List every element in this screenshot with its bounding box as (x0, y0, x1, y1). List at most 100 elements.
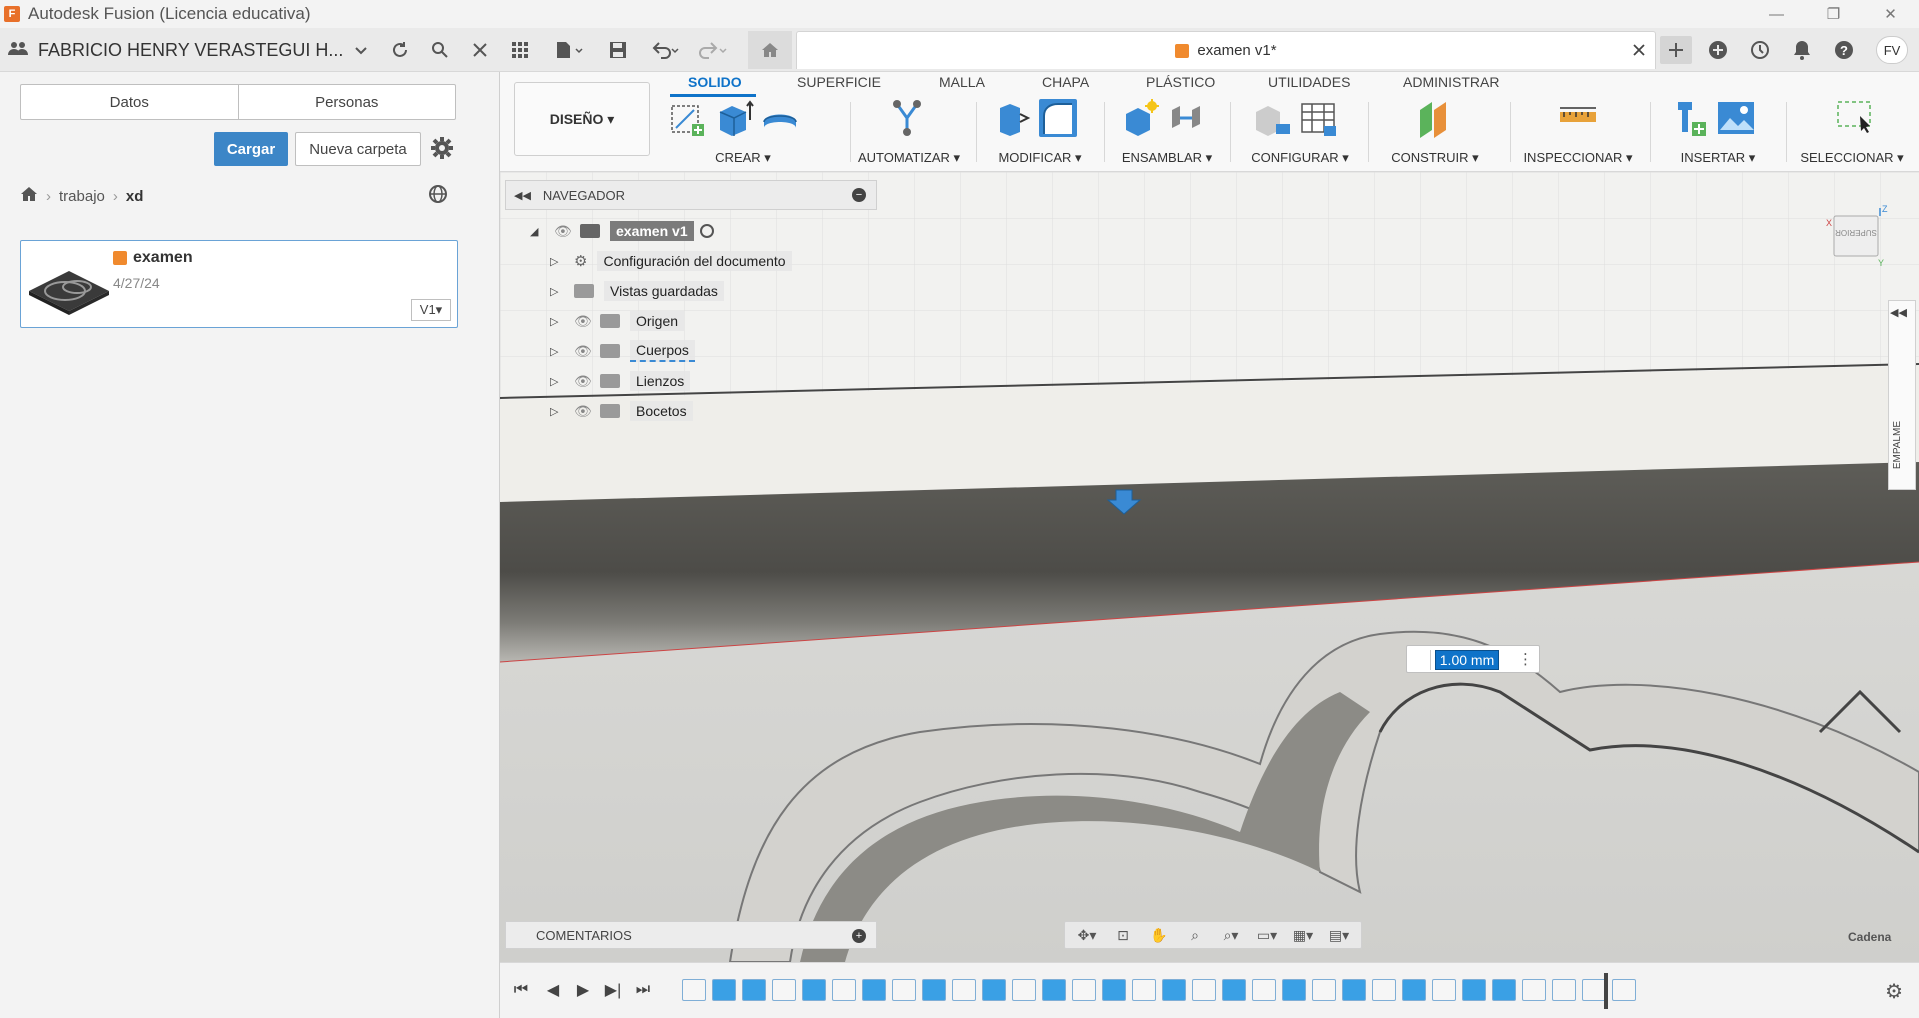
refresh-icon[interactable] (386, 36, 414, 64)
collapse-left-icon[interactable]: ◀◀ (514, 189, 531, 202)
timeline-sketch-item[interactable] (1432, 979, 1456, 1001)
timeline-settings-gear-icon[interactable]: ⚙ (1885, 979, 1903, 1004)
insert-mcmaster-icon[interactable] (1670, 98, 1710, 138)
activate-radio-icon[interactable] (699, 224, 714, 238)
display-settings-icon[interactable]: ▭▾ (1251, 923, 1283, 947)
version-dropdown[interactable]: V1▾ (411, 299, 451, 321)
press-pull-icon[interactable] (992, 98, 1032, 138)
tab-chapa[interactable]: CHAPA (1042, 74, 1089, 90)
timeline-extrude-item[interactable] (1222, 979, 1246, 1001)
fillet-icon[interactable] (1038, 98, 1078, 138)
timeline-sketch-item[interactable] (892, 979, 916, 1001)
group-automatizar-label[interactable]: AUTOMATIZAR ▾ (852, 150, 966, 166)
timeline-sketch-item[interactable] (1372, 979, 1396, 1001)
minimize-button[interactable]: — (1748, 0, 1805, 28)
go-to-start-icon[interactable]: ⏮ (510, 979, 532, 1001)
timeline-extrude-item[interactable] (802, 979, 826, 1001)
zoom-window-icon[interactable]: ⌕▾ (1215, 923, 1247, 947)
timeline-sketch-item[interactable] (772, 979, 796, 1001)
document-tab[interactable]: examen v1* (796, 31, 1656, 69)
timeline-marker[interactable] (1604, 973, 1608, 1009)
globe-icon[interactable] (428, 184, 448, 209)
look-at-icon[interactable]: ⊡ (1107, 923, 1139, 947)
browser-item-lienzos[interactable]: ▷ 👁 Lienzos (550, 368, 691, 394)
timeline-sketch-item[interactable] (1072, 979, 1096, 1001)
zoom-icon[interactable]: ⌕ (1179, 923, 1211, 947)
minimize-panel-icon[interactable]: − (852, 188, 866, 202)
tab-personas[interactable]: Personas (237, 85, 456, 119)
go-to-end-icon[interactable]: ⏭ (632, 979, 654, 1001)
timeline-sketch-item[interactable] (832, 979, 856, 1001)
tab-superficie[interactable]: SUPERFICIE (797, 74, 881, 90)
revolve-icon[interactable] (760, 98, 800, 138)
group-inspeccionar-label[interactable]: INSPECCIONAR ▾ (1514, 150, 1642, 166)
expand-arrow-icon[interactable]: ◢ (530, 225, 544, 238)
close-window-button[interactable]: ✕ (1862, 0, 1919, 28)
expand-arrow-icon[interactable]: ▷ (550, 315, 564, 328)
group-crear-label[interactable]: CREAR ▾ (668, 150, 818, 166)
viewports-icon[interactable]: ▤▾ (1323, 923, 1355, 947)
visibility-eye-icon[interactable]: 👁 (574, 343, 594, 360)
expand-arrow-icon[interactable]: ▷ (550, 285, 564, 298)
fillet-radius-input[interactable]: 1.00 mm ⋮ (1406, 645, 1540, 673)
timeline-sketch-item[interactable] (1192, 979, 1216, 1001)
timeline-fillet-item[interactable] (1552, 979, 1576, 1001)
user-avatar[interactable]: FV (1876, 36, 1908, 64)
timeline-canvas-item[interactable] (742, 979, 766, 1001)
job-status-icon[interactable] (1746, 36, 1774, 64)
browser-item-origen[interactable]: ▷ 👁 Origen (550, 308, 685, 334)
workspace-selector[interactable]: DISEÑO ▾ (514, 82, 650, 156)
group-insertar-label[interactable]: INSERTAR ▾ (1658, 150, 1778, 166)
group-ensamblar-label[interactable]: ENSAMBLAR ▾ (1112, 150, 1222, 166)
extensions-icon[interactable] (1704, 36, 1732, 64)
grid-settings-icon[interactable]: ▦▾ (1287, 923, 1319, 947)
step-back-icon[interactable]: ◀ (542, 979, 564, 1001)
new-tab-icon[interactable] (1660, 36, 1692, 64)
browser-item-vistas[interactable]: ▷ Vistas guardadas (550, 278, 724, 304)
tab-datos[interactable]: Datos (21, 85, 238, 119)
tab-plastico[interactable]: PLÁSTICO (1146, 74, 1215, 90)
visibility-eye-icon[interactable]: 👁 (574, 403, 594, 420)
orbit-icon[interactable]: ✥▾ (1071, 923, 1103, 947)
timeline-sketch-item[interactable] (952, 979, 976, 1001)
visibility-eye-icon[interactable]: 👁 (554, 223, 574, 240)
extrude-icon[interactable] (714, 98, 754, 138)
notifications-bell-icon[interactable] (1788, 36, 1816, 64)
add-comment-icon[interactable]: + (852, 929, 866, 943)
timeline-extrude-item[interactable] (1162, 979, 1186, 1001)
timeline-fillet-item[interactable] (1612, 979, 1636, 1001)
visibility-eye-icon[interactable]: 👁 (574, 313, 594, 330)
more-options-icon[interactable]: ⋮ (1518, 650, 1533, 668)
timeline-sketch-item[interactable] (1312, 979, 1336, 1001)
fillet-radius-value[interactable]: 1.00 mm (1435, 650, 1499, 670)
timeline-extrude-item[interactable] (862, 979, 886, 1001)
measure-icon[interactable] (1558, 98, 1598, 138)
redo-icon[interactable] (694, 36, 734, 64)
timeline-fillet-item[interactable] (1582, 979, 1606, 1001)
timeline-extrude-item[interactable] (1042, 979, 1066, 1001)
timeline-extrude-item[interactable] (922, 979, 946, 1001)
expand-arrow-icon[interactable]: ▷ (550, 255, 564, 268)
restore-button[interactable]: ❐ (1805, 0, 1862, 28)
undo-icon[interactable] (646, 36, 686, 64)
play-icon[interactable]: ▶ (572, 979, 594, 1001)
configure-component-icon[interactable] (1252, 98, 1292, 138)
comments-panel[interactable]: COMENTARIOS + (505, 921, 877, 949)
timeline-extrude-item[interactable] (1102, 979, 1126, 1001)
insert-canvas-icon[interactable] (1716, 98, 1756, 138)
timeline-extrude-item[interactable] (1492, 979, 1516, 1001)
create-sketch-icon[interactable] (668, 98, 708, 138)
search-icon[interactable] (426, 36, 454, 64)
step-forward-icon[interactable]: ▶| (602, 979, 624, 1001)
new-folder-button[interactable]: Nueva carpeta (295, 132, 421, 166)
close-panel-icon[interactable] (466, 36, 494, 64)
settings-gear-icon[interactable] (428, 134, 456, 162)
breadcrumb-item-trabajo[interactable]: trabajo (59, 188, 105, 205)
timeline-extrude-item[interactable] (1462, 979, 1486, 1001)
new-component-icon[interactable] (1120, 98, 1160, 138)
group-modificar-label[interactable]: MODIFICAR ▾ (984, 150, 1096, 166)
close-tab-icon[interactable] (1633, 40, 1645, 61)
select-box-icon[interactable] (1834, 98, 1874, 138)
automate-icon[interactable] (887, 98, 927, 138)
file-menu-icon[interactable] (550, 36, 590, 64)
